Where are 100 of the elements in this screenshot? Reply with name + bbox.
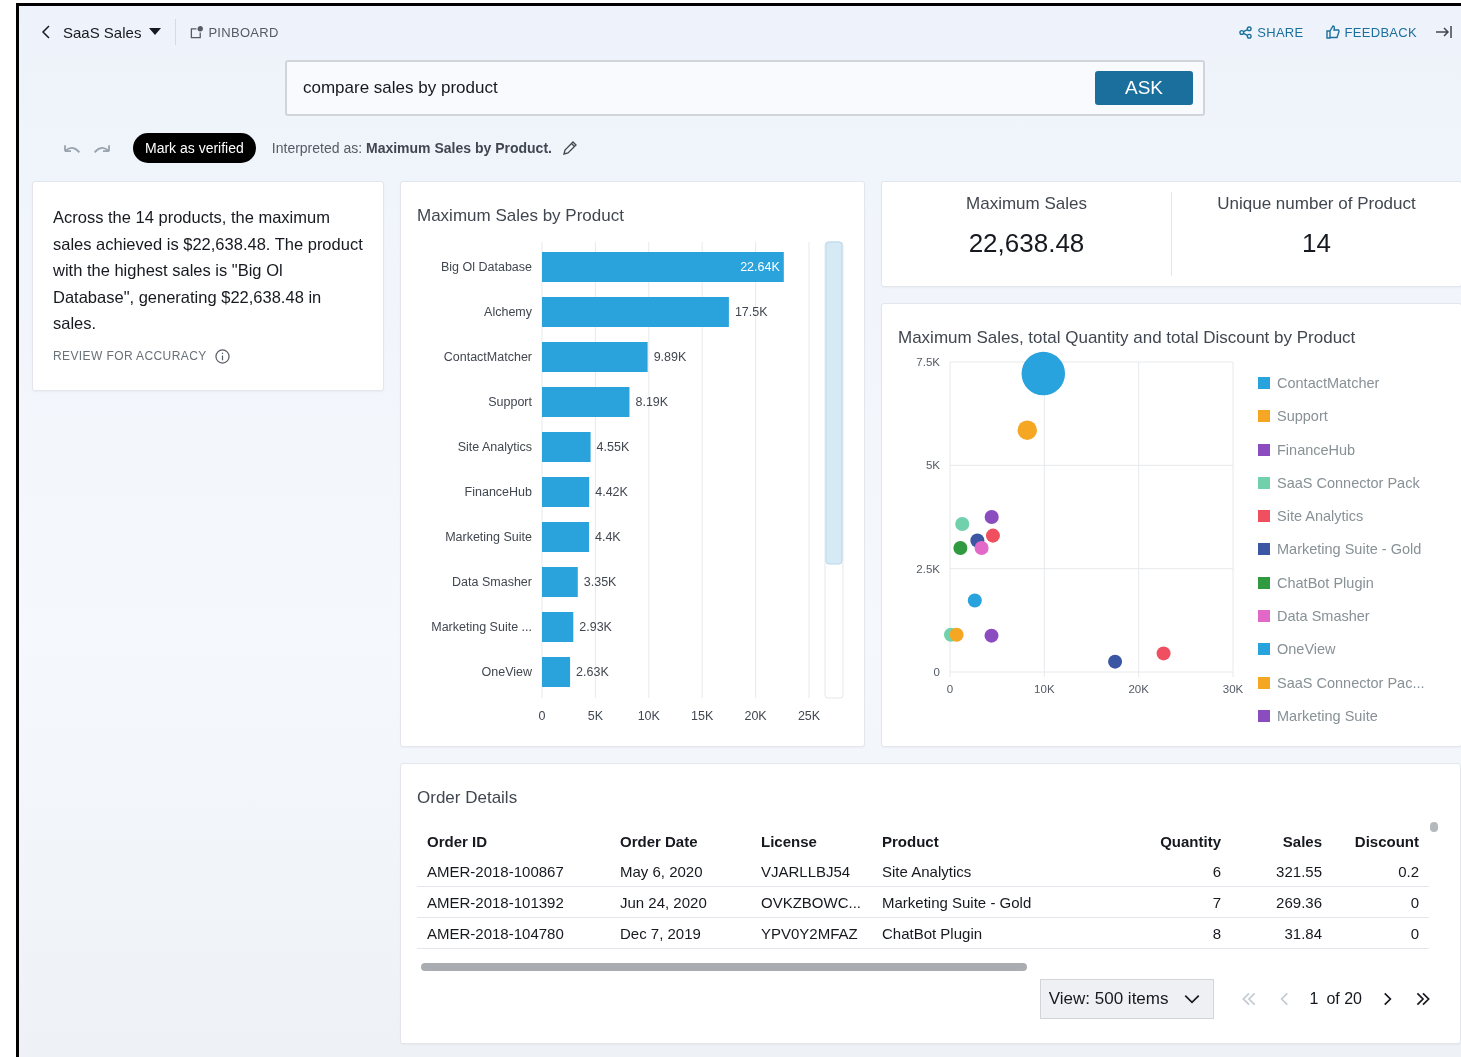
page-number: 1 bbox=[1309, 990, 1319, 1008]
value-label: 4.4K bbox=[595, 530, 621, 544]
kpi-label: Unique number of Product bbox=[1217, 194, 1416, 214]
bar bbox=[542, 477, 590, 507]
legend-label: ChatBot Plugin bbox=[1277, 573, 1374, 593]
legend-label: SaaS Connector Pack bbox=[1277, 473, 1420, 493]
table-cell: 269.36 bbox=[1231, 886, 1332, 918]
page-total: of 20 bbox=[1326, 990, 1362, 1008]
legend-label: OneView bbox=[1277, 640, 1336, 660]
table-title: Order Details bbox=[417, 788, 519, 808]
value-label: 22.64K bbox=[740, 260, 780, 274]
kpi-label: Maximum Sales bbox=[966, 194, 1087, 214]
chart-title: Maximum Sales, total Quantity and total Discount by Product bbox=[898, 328, 1357, 348]
value-label: 4.42K bbox=[595, 485, 628, 499]
bar bbox=[542, 567, 578, 597]
legend-label: Data Smasher bbox=[1277, 607, 1370, 627]
collapse-button[interactable] bbox=[1433, 23, 1455, 41]
table-cell: 0 bbox=[1332, 886, 1429, 918]
category-label: Marketing Suite ... bbox=[431, 620, 532, 634]
caret-icon bbox=[149, 28, 162, 36]
axis-tick-label: 30K bbox=[1222, 683, 1244, 695]
legend-label: SaaS Connector Pac... bbox=[1277, 673, 1425, 693]
horizontal-scrollbar[interactable] bbox=[421, 963, 1027, 971]
vertical-scrollbar[interactable] bbox=[1430, 822, 1438, 832]
summary-text: Across the 14 products, the maximum sales achieved is $22,638.48. The product with the highest sales is "Big Ol Database", generating $22,638.48 in sales. bbox=[53, 207, 364, 334]
pinboard-button[interactable]: PINBOARD bbox=[184, 24, 285, 40]
table-cell: 8 bbox=[1122, 917, 1231, 949]
dataset-dropdown[interactable]: SaaS Sales bbox=[57, 23, 168, 41]
column-header[interactable]: Order ID bbox=[417, 826, 610, 856]
table-cell: OVKZBOWC... bbox=[751, 886, 872, 918]
table-cell: Jun 24, 2020 bbox=[610, 886, 751, 918]
mark-as-verified-button[interactable]: Mark as verified bbox=[133, 133, 256, 163]
axis-tick-label: 0 bbox=[538, 709, 546, 723]
axis-tick-label: 25K bbox=[797, 709, 821, 723]
legend-label: Site Analytics bbox=[1277, 507, 1364, 527]
column-header[interactable]: Quantity bbox=[1122, 826, 1231, 856]
value-label: 3.35K bbox=[583, 575, 617, 589]
category-label: ContactMatcher bbox=[443, 350, 532, 364]
redo-icon bbox=[93, 143, 113, 153]
table-cell: AMER-2018-100867 bbox=[417, 856, 610, 887]
value-label: 9.89K bbox=[653, 350, 687, 364]
table-cell: 6 bbox=[1122, 856, 1231, 887]
undo-icon bbox=[61, 143, 81, 153]
feedback-button[interactable]: FEEDBACK bbox=[1319, 24, 1423, 40]
axis-tick-label: 0 bbox=[933, 666, 940, 678]
legend-label: Support bbox=[1277, 407, 1328, 427]
category-label: Alchemy bbox=[484, 305, 532, 319]
axis-tick-label: 10K bbox=[637, 709, 660, 723]
table-cell: ChatBot Plugin bbox=[872, 917, 1122, 949]
axis-tick-label: 20K bbox=[1128, 683, 1149, 695]
table-cell: VJARLLBJ54 bbox=[751, 856, 872, 887]
category-label: Marketing Suite bbox=[445, 530, 532, 544]
scrollbar[interactable] bbox=[824, 241, 844, 699]
search-field[interactable]: compare sales by product ASK bbox=[285, 60, 1205, 116]
table-cell: AMER-2018-101392 bbox=[417, 886, 610, 918]
category-label: OneView bbox=[481, 665, 532, 679]
table-cell: Marketing Suite - Gold bbox=[872, 886, 1122, 918]
value-label: 4.55K bbox=[596, 440, 630, 454]
thumbs-up-icon bbox=[1325, 25, 1340, 39]
last-page-icon bbox=[1414, 990, 1432, 1008]
bar bbox=[542, 432, 591, 462]
column-header[interactable]: Sales bbox=[1231, 826, 1332, 856]
category-label: Site Analytics bbox=[457, 440, 532, 454]
column-header[interactable]: Order Date bbox=[610, 826, 751, 856]
category-label: Support bbox=[488, 395, 532, 409]
page-size-dropdown[interactable]: View: 500 items bbox=[1039, 979, 1214, 1019]
legend-label: FinanceHub bbox=[1277, 440, 1356, 460]
value-label: 2.93K bbox=[579, 620, 612, 634]
axis-tick-label: 7.5K bbox=[916, 356, 940, 368]
axis-tick-label: 15K bbox=[691, 709, 714, 723]
category-label: Data Smasher bbox=[452, 575, 532, 589]
column-header[interactable]: Product bbox=[872, 826, 1122, 856]
interpretation-text: Interpreted as: Maximum Sales by Product. bbox=[271, 140, 552, 156]
column-header[interactable]: Discount bbox=[1332, 826, 1429, 856]
chart-title: Maximum Sales by Product bbox=[417, 206, 625, 226]
ask-button[interactable]: ASK bbox=[1095, 71, 1193, 105]
kpi-value: 14 bbox=[1302, 228, 1331, 259]
table-cell: 0 bbox=[1332, 917, 1429, 949]
kpi-value: 22,638.48 bbox=[968, 228, 1085, 259]
table-cell: Dec 7, 2019 bbox=[610, 917, 751, 949]
axis-tick-label: 5K bbox=[587, 709, 604, 723]
table-cell: 321.55 bbox=[1231, 856, 1332, 887]
category-label: FinanceHub bbox=[464, 485, 532, 499]
arrow-to-bar-icon bbox=[1435, 25, 1453, 39]
info-icon[interactable] bbox=[214, 348, 230, 364]
axis-tick-label: 5K bbox=[925, 459, 940, 472]
column-header[interactable]: License bbox=[751, 826, 872, 856]
table-cell: May 6, 2020 bbox=[610, 856, 751, 887]
axis-tick-label: 20K bbox=[744, 709, 767, 723]
legend-label: Marketing Suite bbox=[1277, 706, 1378, 726]
axis-tick-label: 2.5K bbox=[916, 562, 940, 575]
category-label: Big Ol Database bbox=[440, 260, 532, 274]
axis-tick-label: 10K bbox=[1034, 683, 1055, 695]
table-cell: 31.84 bbox=[1231, 917, 1332, 949]
value-label: 2.63K bbox=[576, 665, 609, 679]
table-cell: 7 bbox=[1122, 886, 1231, 918]
share-button[interactable]: SHARE bbox=[1233, 24, 1310, 40]
value-label: 17.5K bbox=[734, 305, 768, 319]
bar bbox=[542, 612, 574, 642]
table-cell: AMER-2018-104780 bbox=[417, 917, 610, 949]
